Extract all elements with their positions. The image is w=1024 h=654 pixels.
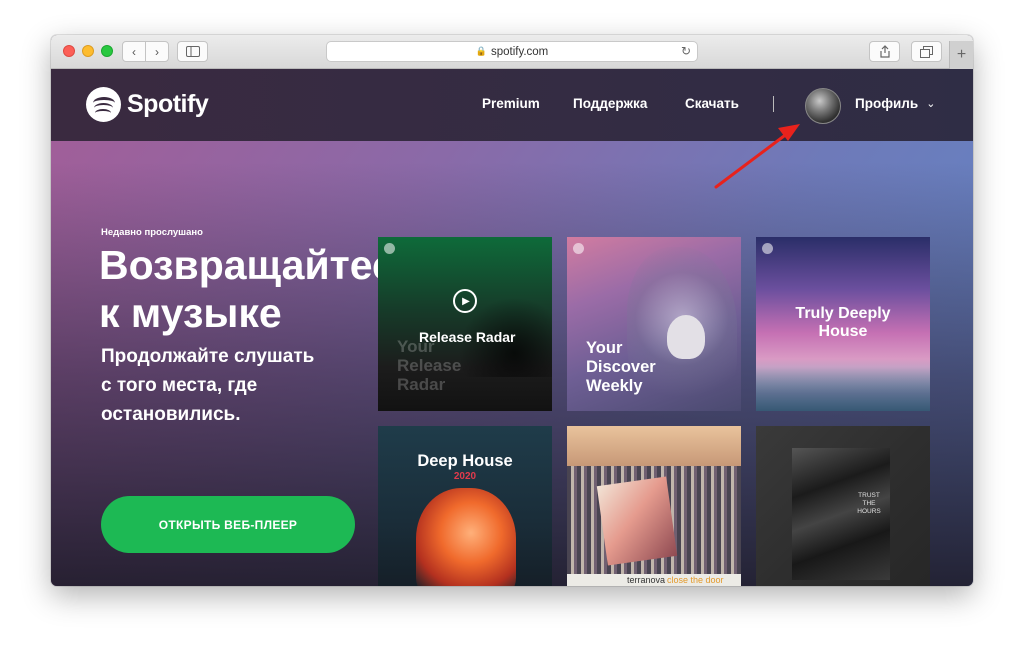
spotify-badge-icon bbox=[762, 243, 773, 254]
ghost-line: Release bbox=[397, 356, 462, 375]
history-nav: ‹ › bbox=[122, 41, 169, 62]
browser-window: ‹ › 🔒 spotify.com ↻ + Spotify Premium По… bbox=[51, 35, 973, 586]
share-icon bbox=[879, 45, 890, 58]
tile-artwork bbox=[756, 367, 930, 411]
profile-label: Профиль bbox=[855, 96, 919, 111]
back-icon[interactable]: ‹ bbox=[123, 45, 145, 59]
nav-link-premium[interactable]: Premium bbox=[482, 96, 540, 111]
tabs-icon bbox=[920, 45, 933, 58]
tile-title-line: Discover bbox=[586, 358, 656, 376]
chevron-down-icon: ⌄ bbox=[926, 98, 936, 110]
play-icon[interactable]: ▶ bbox=[453, 289, 477, 313]
album-title-line: HOURS bbox=[857, 508, 881, 515]
nav-link-download[interactable]: Скачать bbox=[685, 96, 739, 111]
tile-title: Deep House bbox=[417, 452, 513, 470]
magazine-artwork bbox=[596, 476, 678, 566]
open-web-player-button[interactable]: ОТКРЫТЬ ВЕБ-ПЛЕЕР bbox=[101, 496, 355, 553]
tile-title-line: Your bbox=[586, 339, 623, 357]
tile-title: Your Discover Weekly bbox=[586, 339, 656, 396]
sidebar-icon bbox=[185, 46, 200, 57]
spotify-page: Spotify Premium Поддержка Скачать Профил… bbox=[51, 69, 973, 586]
zoom-window-button[interactable] bbox=[101, 45, 113, 57]
show-tabs-button[interactable] bbox=[911, 41, 942, 62]
spotify-logo[interactable]: Spotify bbox=[86, 87, 209, 122]
url-text: spotify.com bbox=[490, 45, 549, 58]
playlist-tile-release-radar[interactable]: Your Release Radar ▶ Release Radar bbox=[378, 237, 552, 411]
avatar[interactable] bbox=[805, 88, 841, 124]
tile-title-line: House bbox=[818, 323, 868, 340]
forward-icon[interactable]: › bbox=[146, 45, 168, 59]
hero-subtitle: Продолжайте слушать с того места, где ос… bbox=[101, 342, 371, 429]
album-caption: terranova close the door bbox=[567, 574, 741, 586]
tile-artwork bbox=[416, 488, 516, 586]
playlist-tile-discover-weekly[interactable]: Your Discover Weekly bbox=[567, 237, 741, 411]
hero-subtitle-line-2: с того места, где bbox=[101, 375, 258, 396]
address-bar[interactable]: 🔒 spotify.com ↻ bbox=[326, 41, 698, 62]
reload-icon[interactable]: ↻ bbox=[681, 44, 691, 58]
tile-title: Truly Deeply House bbox=[786, 305, 900, 341]
hero-kicker: Недавно прослушано bbox=[101, 227, 203, 238]
tile-title-line: Weekly bbox=[586, 377, 643, 395]
album-tile-trust-the-hours[interactable]: TRUST THE HOURS bbox=[756, 426, 930, 586]
nav-link-support[interactable]: Поддержка bbox=[573, 96, 647, 111]
hero-subtitle-line-1: Продолжайте слушать bbox=[101, 346, 315, 367]
album-name: close the door bbox=[667, 575, 724, 585]
logo-text: Spotify bbox=[127, 90, 209, 118]
spotify-badge-icon bbox=[573, 243, 584, 254]
spotify-badge-icon bbox=[384, 243, 395, 254]
profile-menu[interactable]: Профиль ⌄ bbox=[855, 96, 935, 111]
tile-title: Release Radar bbox=[419, 329, 516, 345]
hero-subtitle-line-3: остановились. bbox=[101, 404, 241, 425]
sidebar-toggle-button[interactable] bbox=[177, 41, 208, 62]
close-window-button[interactable] bbox=[63, 45, 75, 57]
album-title: TRUST THE HOURS bbox=[857, 492, 881, 516]
new-tab-button[interactable]: + bbox=[949, 41, 973, 69]
tile-ghost-text: Your Release Radar bbox=[397, 337, 461, 394]
minimize-window-button[interactable] bbox=[82, 45, 94, 57]
tile-title-line: Truly Deeply bbox=[795, 305, 891, 322]
spotify-logo-icon bbox=[86, 87, 121, 122]
skull-artwork bbox=[667, 315, 705, 359]
artist-name: terranova bbox=[627, 575, 666, 585]
tile-year: 2020 bbox=[453, 471, 477, 482]
playlist-tile-truly-deeply-house[interactable]: Truly Deeply House bbox=[756, 237, 930, 411]
top-navbar: Spotify Premium Поддержка Скачать Профил… bbox=[51, 69, 973, 141]
tile-artwork bbox=[567, 426, 741, 466]
browser-toolbar: ‹ › 🔒 spotify.com ↻ + bbox=[51, 35, 973, 69]
lock-icon: 🔒 bbox=[475, 46, 487, 56]
album-title-line: THE bbox=[862, 500, 876, 507]
album-tile-terranova[interactable]: terranova close the door bbox=[567, 426, 741, 586]
share-button[interactable] bbox=[869, 41, 900, 62]
playlist-tile-deep-house[interactable]: Deep House 2020 bbox=[378, 426, 552, 586]
ghost-line: Radar bbox=[397, 375, 446, 394]
nav-divider bbox=[773, 96, 774, 112]
album-title-line: TRUST bbox=[858, 492, 880, 499]
